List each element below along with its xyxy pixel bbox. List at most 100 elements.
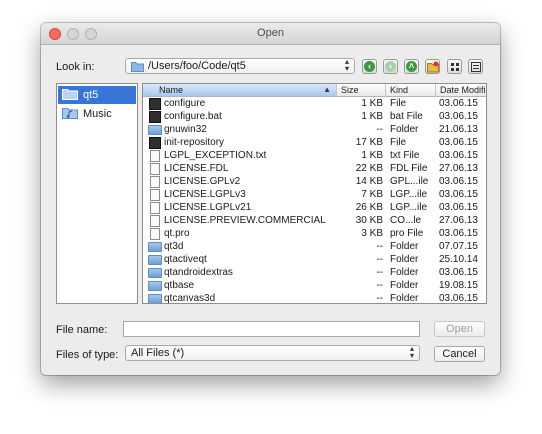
file-kind: FDL File <box>390 163 428 174</box>
sort-ascending-icon: ▲ <box>323 85 331 94</box>
file-date: 27.06.13 <box>439 163 478 174</box>
back-button[interactable]: ‹ <box>362 59 377 74</box>
file-kind: GPL...ile <box>390 176 429 187</box>
folder-icon <box>148 281 162 291</box>
file-list[interactable]: Name ▲ Size Kind Date Modified configure… <box>142 83 487 304</box>
table-row[interactable]: LICENSE.LGPLv21 26 KB LGP...ile 03.06.15 <box>143 201 486 214</box>
table-row[interactable]: configure 1 KB File 03.06.15 <box>143 97 486 110</box>
folder-icon <box>148 255 162 265</box>
file-name: LICENSE.PREVIEW.COMMERCIAL <box>164 215 326 226</box>
file-date: 03.06.15 <box>439 111 478 122</box>
file-date: 03.06.15 <box>439 189 478 200</box>
table-row[interactable]: qt3d -- Folder 07.07.15 <box>143 240 486 253</box>
places-sidebar: qt5 Music <box>56 83 138 304</box>
table-row[interactable]: configure.bat 1 KB bat File 03.06.15 <box>143 110 486 123</box>
column-header-kind[interactable]: Kind <box>386 84 436 97</box>
table-row[interactable]: qtandroidextras -- Folder 03.06.15 <box>143 266 486 279</box>
file-size: 7 KB <box>361 189 383 200</box>
column-header-size[interactable]: Size <box>337 84 386 97</box>
look-in-path: /Users/foo/Code/qt5 <box>148 60 246 72</box>
table-row[interactable]: LICENSE.LGPLv3 7 KB LGP...ile 03.06.15 <box>143 188 486 201</box>
file-name: qtbase <box>164 280 195 291</box>
file-size: -- <box>376 124 383 135</box>
file-name: LICENSE.FDL <box>164 163 229 174</box>
file-size: -- <box>376 280 383 291</box>
file-size: -- <box>376 267 383 278</box>
table-row[interactable]: qt.pro 3 KB pro File 03.06.15 <box>143 227 486 240</box>
document-icon <box>150 176 160 188</box>
file-name: qtactiveqt <box>164 254 207 265</box>
forward-icon: › <box>385 61 396 72</box>
document-icon <box>150 150 160 162</box>
table-row[interactable]: qtactiveqt -- Folder 25.10.14 <box>143 253 486 266</box>
file-name: qt.pro <box>164 228 190 239</box>
table-row[interactable]: LGPL_EXCEPTION.txt 1 KB txt File 03.06.15 <box>143 149 486 162</box>
list-view-icon <box>451 63 459 71</box>
folder-icon <box>62 89 78 100</box>
table-row[interactable]: gnuwin32 -- Folder 21.06.13 <box>143 123 486 136</box>
file-name: LICENSE.LGPLv21 <box>164 202 252 213</box>
file-date: 03.06.15 <box>439 150 478 161</box>
new-folder-button[interactable] <box>425 59 440 74</box>
open-dialog: Open Look in: /Users/foo/Code/qt5 ▴ ▾ ‹ ›… <box>41 23 500 375</box>
file-type-select[interactable]: All Files (*) ▴ ▾ <box>125 345 420 361</box>
file-name: LICENSE.LGPLv3 <box>164 189 246 200</box>
look-in-combo[interactable]: /Users/foo/Code/qt5 ▴ ▾ <box>125 58 355 74</box>
file-rows: configure 1 KB File 03.06.15 configure.bat 1… <box>143 97 486 303</box>
file-kind: LGP...ile <box>390 189 428 200</box>
back-icon: ‹ <box>364 61 375 72</box>
column-header-label: Name <box>159 85 184 95</box>
music-folder-icon <box>62 108 78 119</box>
file-kind: Folder <box>390 280 419 291</box>
file-size: 1 KB <box>361 111 383 122</box>
files-of-type-label: Files of type: <box>56 349 119 361</box>
file-date: 25.10.14 <box>439 254 478 265</box>
forward-button[interactable]: › <box>383 59 398 74</box>
file-name-input[interactable] <box>123 321 420 337</box>
folder-icon <box>148 242 162 252</box>
file-size: 26 KB <box>355 202 383 213</box>
sidebar-item-music[interactable]: Music <box>58 105 136 123</box>
file-kind: bat File <box>390 111 423 122</box>
file-date: 21.06.13 <box>439 124 478 135</box>
document-icon <box>150 189 160 201</box>
table-row[interactable]: LICENSE.FDL 22 KB FDL File 27.06.13 <box>143 162 486 175</box>
detail-view-button[interactable] <box>468 59 483 74</box>
folder-icon <box>148 125 162 135</box>
file-size: 1 KB <box>361 150 383 161</box>
file-date: 27.06.13 <box>439 215 478 226</box>
folder-icon <box>148 294 162 303</box>
executable-icon <box>149 137 161 149</box>
table-row[interactable]: LICENSE.GPLv2 14 KB GPL...ile 03.06.15 <box>143 175 486 188</box>
file-size: 14 KB <box>355 176 383 187</box>
parent-directory-icon: ˄ <box>406 61 417 72</box>
file-kind: File <box>390 98 407 109</box>
file-type-value: All Files (*) <box>131 347 185 359</box>
sidebar-item-label: qt5 <box>83 89 99 101</box>
look-in-label: Look in: <box>56 61 95 73</box>
table-row[interactable]: LICENSE.PREVIEW.COMMERCIAL 30 KB CO...le 27… <box>143 214 486 227</box>
column-header-name[interactable]: Name ▲ <box>143 84 337 97</box>
column-header-date[interactable]: Date Modified <box>436 84 486 97</box>
list-view-button[interactable] <box>447 59 462 74</box>
window-title: Open <box>257 27 284 39</box>
sidebar-item-qt5[interactable]: qt5 <box>58 86 136 104</box>
file-name: configure <box>164 98 206 109</box>
file-date: 19.08.15 <box>439 280 478 291</box>
file-date: 03.06.15 <box>439 176 478 187</box>
new-folder-icon <box>427 61 439 73</box>
open-button[interactable]: Open <box>434 321 485 337</box>
file-date: 07.07.15 <box>439 241 478 252</box>
cancel-button[interactable]: Cancel <box>434 346 485 362</box>
file-size: 30 KB <box>355 215 383 226</box>
table-row[interactable]: qtbase -- Folder 19.08.15 <box>143 279 486 292</box>
chevron-updown-icon: ▴ ▾ <box>409 344 414 360</box>
titlebar[interactable]: Open <box>41 23 500 45</box>
parent-directory-button[interactable]: ˄ <box>404 59 419 74</box>
document-icon <box>150 202 160 214</box>
file-kind: CO...le <box>390 215 422 226</box>
file-size: 1 KB <box>361 98 383 109</box>
file-kind: LGP...ile <box>390 202 428 213</box>
table-row[interactable]: qtcanvas3d -- Folder 03.06.15 <box>143 292 486 303</box>
table-row[interactable]: init-repository 17 KB File 03.06.15 <box>143 136 486 149</box>
